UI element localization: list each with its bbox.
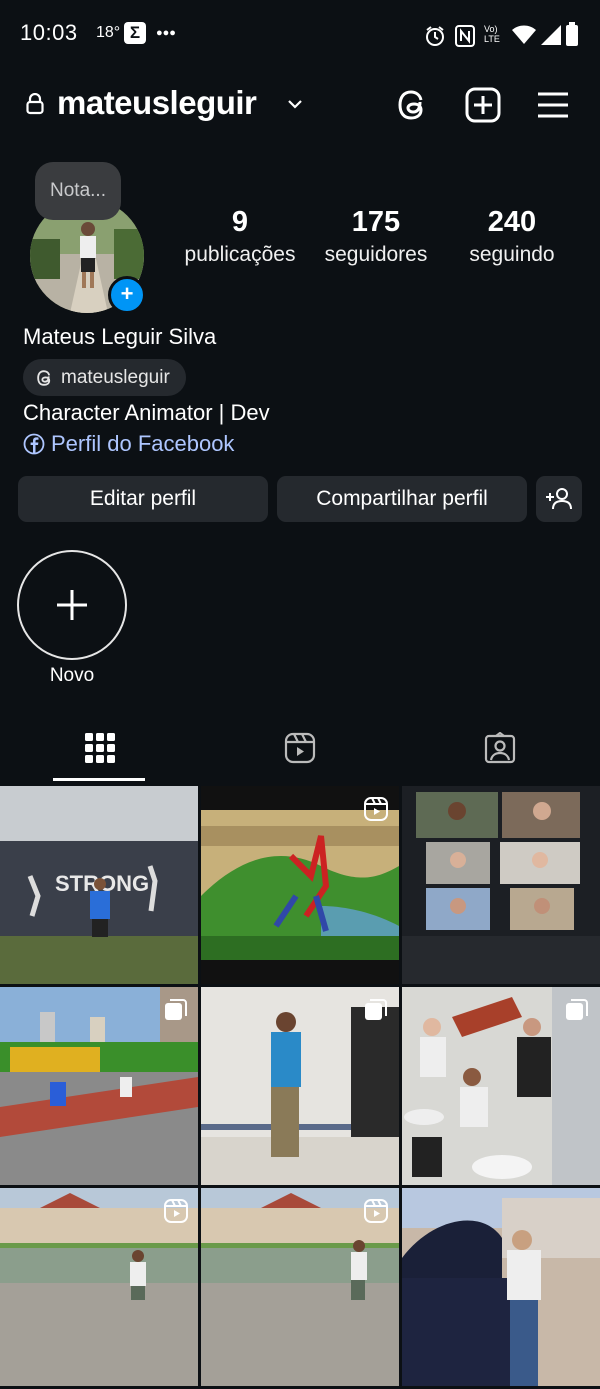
edit-profile-button[interactable]: Editar perfil <box>18 476 268 522</box>
create-post-icon[interactable] <box>464 86 502 124</box>
discover-people-button[interactable] <box>536 476 582 522</box>
profile-full-name: Mateus Leguir Silva <box>23 324 217 349</box>
tab-posts-grid[interactable] <box>0 724 200 776</box>
status-bar: 10:03 18° Σ ●●● Vo) LTE <box>0 0 600 72</box>
stat-following-label: seguindo <box>469 243 555 266</box>
reel-badge-icon <box>364 797 388 821</box>
carousel-badge-icon <box>365 999 387 1020</box>
stat-following[interactable]: 240 seguindo <box>442 206 582 267</box>
battery-icon <box>566 22 578 46</box>
threads-icon[interactable] <box>394 86 432 124</box>
facebook-profile-link[interactable]: Perfil do Facebook <box>23 431 234 457</box>
volte-indicator: Vo) LTE <box>484 24 500 44</box>
post-thumbnail[interactable] <box>402 786 600 984</box>
active-tab-indicator <box>53 778 145 781</box>
facebook-link-label: Perfil do Facebook <box>51 431 235 456</box>
chevron-down-icon[interactable] <box>287 96 303 112</box>
alarm-icon <box>426 26 444 46</box>
new-highlight-label: Novo <box>49 665 95 686</box>
carousel-badge-icon <box>165 999 187 1020</box>
threads-handle: mateusleguir <box>61 366 170 388</box>
post-thumbnail[interactable]: STRONG <box>0 786 198 984</box>
reel-badge-icon <box>364 1199 388 1223</box>
threads-small-icon <box>37 369 51 386</box>
stat-followers[interactable]: 175 seguidores <box>306 206 446 267</box>
lock-icon <box>26 93 44 115</box>
stat-posts[interactable]: 9 publicações <box>170 206 310 267</box>
add-person-icon <box>546 488 572 510</box>
carousel-badge-icon <box>566 999 588 1020</box>
facebook-icon <box>23 433 45 455</box>
profile-bio: Character Animator | Dev <box>23 400 270 425</box>
threads-profile-pill[interactable]: mateusleguir <box>23 359 186 396</box>
grid-icon <box>85 733 115 763</box>
menu-icon[interactable] <box>534 86 572 124</box>
share-profile-button[interactable]: Compartilhar perfil <box>277 476 527 522</box>
nfc-icon <box>455 25 475 47</box>
stat-posts-count: 9 <box>231 206 249 238</box>
status-temperature: 18° <box>96 24 121 41</box>
stat-followers-label: seguidores <box>324 243 428 266</box>
tab-reels[interactable] <box>200 724 400 776</box>
stat-followers-count: 175 <box>351 206 401 238</box>
account-switcher-username[interactable]: mateusleguir <box>57 84 257 122</box>
post-thumbnail[interactable] <box>402 1188 600 1386</box>
stat-following-count: 240 <box>487 206 537 238</box>
reel-badge-icon <box>164 1199 188 1223</box>
cell-signal-icon <box>541 25 561 45</box>
sigma-app-icon: Σ <box>124 22 146 44</box>
status-time: 10:03 <box>20 20 78 45</box>
note-bubble[interactable]: Nota... <box>35 162 121 220</box>
oval-notification-icon: ●●● <box>156 27 176 39</box>
plus-icon <box>57 590 87 620</box>
reels-icon <box>284 732 316 764</box>
wifi-icon <box>512 25 536 44</box>
tagged-person-icon <box>484 732 516 764</box>
stat-posts-label: publicações <box>184 243 296 266</box>
add-story-plus-icon[interactable]: + <box>108 276 146 314</box>
tab-tagged[interactable] <box>400 724 600 776</box>
